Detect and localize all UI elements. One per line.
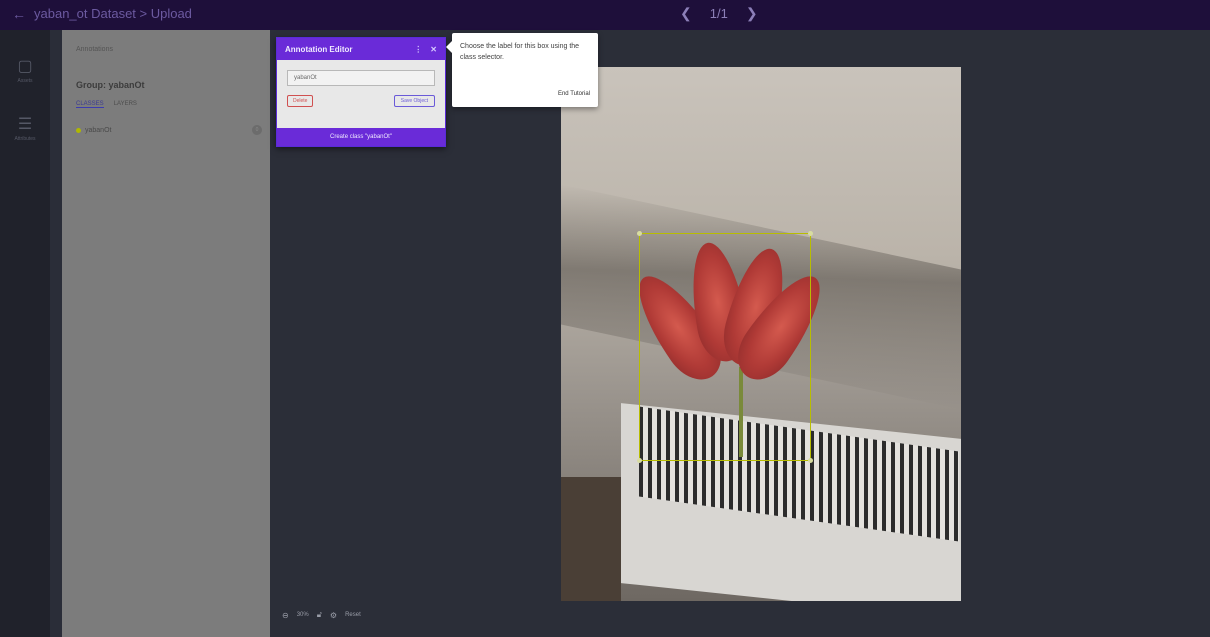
resize-handle[interactable] [808, 231, 813, 236]
arrow-left-icon[interactable]: ← [12, 6, 26, 22]
editor-header: Annotation Editor ⋮ ✕ [277, 38, 445, 60]
create-class-button[interactable]: Create class "yabanOt" [277, 128, 445, 146]
group-title: Group: yabanOt [76, 80, 145, 90]
left-rail: ▢ Assets ☰ Attributes [0, 30, 50, 637]
chevron-right-icon[interactable]: ❯ [746, 5, 758, 22]
save-object-button[interactable]: Save Object [393, 95, 435, 107]
editor-actions: Delete Save Object [287, 95, 435, 107]
chevron-left-icon[interactable]: ❮ [680, 5, 692, 22]
zoom-out-icon[interactable]: ⊖ [282, 611, 289, 620]
class-count-badge: 0 [252, 125, 262, 135]
panel-tabs: CLASSES LAYERS [76, 101, 137, 108]
pager: ❮ 1/1 ❯ [680, 5, 758, 22]
class-row[interactable]: yabanOt 0 [76, 125, 262, 135]
floor [561, 477, 621, 601]
tab-classes[interactable]: CLASSES [76, 101, 104, 108]
settings-icon[interactable]: ⚙ [330, 611, 337, 620]
rail-item-assets[interactable]: ▢ Assets [6, 56, 44, 84]
more-vert-icon[interactable]: ⋮ [414, 45, 422, 54]
class-input[interactable]: yabanOt [287, 70, 435, 86]
lock-icon[interactable]: 🔓︎ [317, 610, 322, 620]
resize-handle[interactable] [808, 458, 813, 463]
bottom-toolbar: ⊖ 30% 🔓︎ ⚙ Reset [282, 610, 361, 620]
delete-button[interactable]: Delete [287, 95, 314, 107]
annotations-panel: Annotations Group: yabanOt CLASSES LAYER… [62, 30, 270, 637]
class-name: yabanOt [85, 126, 112, 134]
rail-item-label: Attributes [14, 136, 36, 142]
reset-button[interactable]: Reset [345, 612, 361, 618]
class-color-swatch [76, 127, 81, 133]
close-icon[interactable]: ✕ [430, 45, 437, 54]
top-bar: ← yaban_ot Dataset > Upload ❮ 1/1 ❯ [0, 0, 1210, 30]
tooltip-text: Choose the label for this box using the … [460, 43, 580, 61]
end-tutorial-button[interactable]: End Tutorial [558, 91, 590, 97]
tooltip-arrow [446, 41, 452, 53]
zoom-level: 30% [296, 612, 309, 618]
tutorial-tooltip: Choose the label for this box using the … [446, 33, 598, 107]
rail-item-label: Assets [17, 78, 33, 84]
editor-title: Annotation Editor [285, 44, 353, 54]
pager-text: 1/1 [709, 6, 728, 21]
annotation-editor: Annotation Editor ⋮ ✕ yabanOt Delete Sav… [276, 37, 446, 147]
tab-layers[interactable]: LAYERS [114, 101, 137, 108]
bounding-box[interactable] [637, 231, 813, 463]
resize-handle[interactable] [637, 458, 642, 463]
resize-handle[interactable] [637, 231, 642, 236]
panel-title: Annotations [76, 46, 113, 53]
breadcrumb[interactable]: yaban_ot Dataset > Upload [34, 6, 192, 21]
images-icon: ▢ [17, 58, 33, 75]
rail-item-attributes[interactable]: ☰ Attributes [6, 114, 44, 142]
list-icon: ☰ [17, 116, 33, 133]
